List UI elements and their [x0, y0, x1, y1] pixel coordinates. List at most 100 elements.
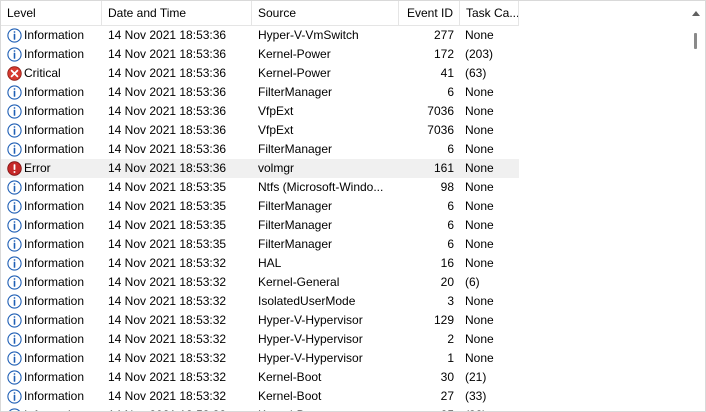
source-text: FilterManager	[258, 237, 333, 251]
task-category-text: None	[465, 332, 494, 346]
source-text: VfpExt	[258, 104, 294, 118]
event-id-text: 2	[447, 332, 454, 346]
table-row[interactable]: Critical 14 Nov 2021 18:53:36 Kernel-Power…	[1, 64, 519, 83]
event-id-text: 98	[440, 180, 454, 194]
task-category-text: None	[465, 161, 494, 175]
event-id-text: 6	[447, 85, 454, 99]
level-text: Information	[24, 218, 85, 232]
table-row[interactable]: Information 14 Nov 2021 18:53:32 Hyper-V-H…	[1, 311, 519, 330]
event-id-text: 6	[447, 199, 454, 213]
table-row[interactable]: Information 14 Nov 2021 18:53:36 Hyper-V-V…	[1, 26, 519, 45]
table-row[interactable]: Information 14 Nov 2021 18:53:36 Kernel-Po…	[1, 45, 519, 64]
table-row[interactable]: Information 14 Nov 2021 18:53:32 Hyper-V-H…	[1, 349, 519, 368]
vertical-scrollbar[interactable]	[688, 1, 705, 411]
scroll-up-arrow-icon[interactable]	[692, 11, 700, 16]
table-row[interactable]: Information 14 Nov 2021 18:53:32 Kernel-Bo…	[1, 406, 519, 411]
table-row[interactable]: Information 14 Nov 2021 18:53:35 FilterMan…	[1, 216, 519, 235]
table-row[interactable]: Information 14 Nov 2021 18:53:35 FilterMan…	[1, 197, 519, 216]
date-time-text: 14 Nov 2021 18:53:36	[108, 47, 227, 61]
table-row[interactable]: Information 14 Nov 2021 18:53:36 FilterMan…	[1, 83, 519, 102]
table-row[interactable]: Error 14 Nov 2021 18:53:36 volmgr 161 None	[1, 159, 519, 178]
date-time-text: 14 Nov 2021 18:53:36	[108, 142, 227, 156]
column-header-date[interactable]: Date and Time	[102, 1, 252, 25]
table-row[interactable]: Information 14 Nov 2021 18:53:32 Kernel-Bo…	[1, 387, 519, 406]
task-category-text: (63)	[465, 66, 487, 80]
source-text: FilterManager	[258, 199, 333, 213]
level-text: Information	[24, 332, 85, 346]
source-text: FilterManager	[258, 142, 333, 156]
level-text: Information	[24, 389, 85, 403]
event-id-text: 25	[406, 406, 454, 411]
date-time-text: 14 Nov 2021 18:53:32	[108, 275, 227, 289]
task-category-text: None	[465, 351, 494, 365]
event-id-text: 3	[447, 294, 454, 308]
event-list-panel: Level Date and Time Source Event ID Task…	[0, 0, 706, 412]
source-text: Kernel-Power	[258, 47, 331, 61]
date-time-text: 14 Nov 2021 18:53:32	[108, 370, 227, 384]
level-text: Critical	[24, 66, 61, 80]
source-text: FilterManager	[258, 85, 333, 99]
task-category-text: (21)	[465, 370, 487, 384]
event-id-text: 6	[447, 218, 454, 232]
event-id-text: 7036	[427, 123, 454, 137]
source-text: Hyper-V-Hypervisor	[258, 332, 363, 346]
date-time-text: 14 Nov 2021 18:53:35	[108, 237, 227, 251]
task-category-text: None	[465, 104, 494, 118]
date-time-text: 14 Nov 2021 18:53:35	[108, 218, 227, 232]
source-text: Hyper-V-Hypervisor	[258, 313, 363, 327]
level-text: Information	[24, 28, 85, 42]
task-category-text: (203)	[465, 47, 494, 61]
source-text: Hyper-V-Hypervisor	[258, 351, 363, 365]
level-text: Information	[24, 199, 85, 213]
date-time-text: 14 Nov 2021 18:53:36	[108, 104, 227, 118]
source-text: Hyper-V-VmSwitch	[258, 28, 359, 42]
table-row[interactable]: Information 14 Nov 2021 18:53:35 Ntfs (Mic…	[1, 178, 519, 197]
task-category-text: None	[465, 123, 494, 137]
date-time-text: 14 Nov 2021 18:53:36	[108, 28, 227, 42]
source-text: Ntfs (Microsoft-Windo...	[258, 180, 384, 194]
source-text: Kernel-General	[258, 275, 340, 289]
column-header-event-id[interactable]: Event ID	[399, 1, 460, 25]
table-row[interactable]: Information 14 Nov 2021 18:53:32 HAL 16 None	[1, 254, 519, 273]
task-category-text: (33)	[465, 389, 487, 403]
source-text: IsolatedUserMode	[258, 294, 356, 308]
source-text: Kernel-Boot	[258, 370, 322, 384]
column-header-source[interactable]: Source	[252, 1, 399, 25]
level-text: Error	[24, 161, 51, 175]
source-text: Kernel-Power	[258, 66, 331, 80]
task-category-text: None	[465, 85, 494, 99]
event-id-text: 6	[447, 142, 454, 156]
table-row[interactable]: Information 14 Nov 2021 18:53:36 VfpExt 703…	[1, 102, 519, 121]
date-time-text: 14 Nov 2021 18:53:32	[108, 389, 227, 403]
date-time-text: 14 Nov 2021 18:53:32	[108, 294, 227, 308]
date-time-text: 14 Nov 2021 18:53:32	[108, 256, 227, 270]
date-time-text: 14 Nov 2021 18:53:36	[108, 123, 227, 137]
table-row[interactable]: Information 14 Nov 2021 18:53:32 Kernel-Bo…	[1, 368, 519, 387]
date-time-text: 14 Nov 2021 18:53:32	[108, 406, 253, 411]
level-text: Information	[24, 104, 85, 118]
level-text: Information	[24, 406, 84, 411]
event-id-text: 16	[440, 256, 454, 270]
level-text: Information	[24, 351, 85, 365]
table-row[interactable]: Information 14 Nov 2021 18:53:32 IsolatedU…	[1, 292, 519, 311]
table-row[interactable]: Information 14 Nov 2021 18:53:35 FilterMan…	[1, 235, 519, 254]
date-time-text: 14 Nov 2021 18:53:35	[108, 199, 227, 213]
table-row[interactable]: Information 14 Nov 2021 18:53:32 Kernel-Ge…	[1, 273, 519, 292]
task-category-text: None	[465, 218, 494, 232]
event-id-text: 27	[440, 389, 454, 403]
level-text: Information	[24, 294, 85, 308]
source-text: FilterManager	[258, 218, 333, 232]
scrollbar-thumb[interactable]	[694, 33, 697, 49]
table-row[interactable]: Information 14 Nov 2021 18:53:36 FilterMan…	[1, 140, 519, 159]
task-category-text: None	[465, 28, 494, 42]
column-header-task-category[interactable]: Task Ca...	[460, 1, 519, 25]
event-id-text: 30	[440, 370, 454, 384]
event-id-text: 6	[447, 237, 454, 251]
table-row[interactable]: Information 14 Nov 2021 18:53:32 Hyper-V-H…	[1, 330, 519, 349]
table-row[interactable]: Information 14 Nov 2021 18:53:36 VfpExt 703…	[1, 121, 519, 140]
level-text: Information	[24, 142, 85, 156]
task-category-text: None	[465, 256, 494, 270]
column-header-level[interactable]: Level	[1, 1, 102, 25]
task-category-text: None	[465, 294, 494, 308]
task-category-text: None	[465, 199, 494, 213]
